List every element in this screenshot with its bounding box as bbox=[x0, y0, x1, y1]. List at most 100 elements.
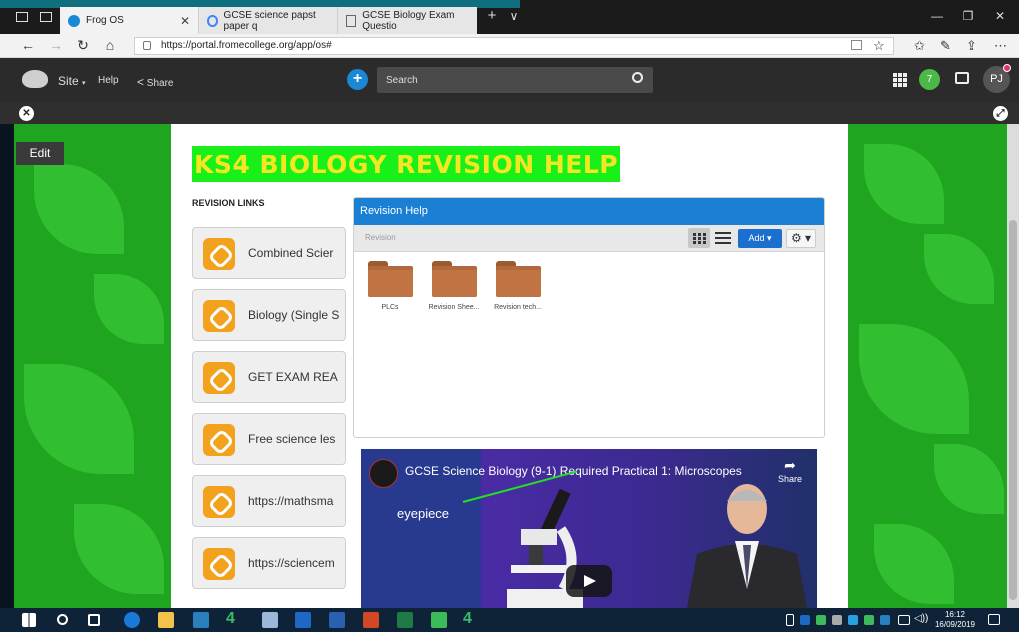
tray-app-icon[interactable] bbox=[848, 615, 858, 625]
list-view-icon[interactable] bbox=[715, 230, 731, 245]
screen-icon[interactable] bbox=[955, 72, 969, 84]
restore-button[interactable]: ❐ bbox=[953, 9, 983, 23]
task-view-icon[interactable] bbox=[88, 614, 100, 626]
link-label: Biology (Single S bbox=[248, 308, 340, 322]
folder-item[interactable]: PLCs bbox=[360, 261, 420, 311]
close-tab-icon[interactable]: ✕ bbox=[180, 14, 190, 28]
site-label: Site bbox=[58, 74, 79, 88]
leaf-decoration bbox=[74, 504, 164, 594]
volume-icon[interactable]: ◁)) bbox=[914, 613, 930, 629]
taskbar-clock[interactable]: 16:12 16/09/2019 bbox=[930, 610, 980, 630]
share-link[interactable]: < Share bbox=[137, 75, 173, 89]
start-windows-icon[interactable] bbox=[22, 613, 36, 627]
close-app-button[interactable]: ✕ bbox=[19, 106, 34, 121]
search-icon[interactable] bbox=[632, 72, 643, 83]
clock-time: 16:12 bbox=[944, 610, 966, 619]
reading-view-icon[interactable] bbox=[851, 40, 862, 50]
taskbar-search-icon[interactable] bbox=[57, 614, 68, 625]
edit-button[interactable]: Edit bbox=[16, 142, 64, 165]
folder-label: Revision Shee... bbox=[428, 304, 480, 311]
leaf-decoration bbox=[24, 364, 134, 474]
clock-date: 16/09/2019 bbox=[934, 620, 976, 629]
tray-app-icon[interactable] bbox=[832, 615, 842, 625]
link-label: Combined Scier bbox=[248, 246, 334, 260]
favorite-star-icon[interactable]: ☆ bbox=[873, 38, 885, 54]
scrollbar-thumb[interactable] bbox=[1009, 220, 1017, 600]
notification-badge[interactable]: 7 bbox=[919, 69, 940, 90]
link-button[interactable]: https://mathsma bbox=[192, 475, 346, 527]
site-menu[interactable]: Site ▾ bbox=[58, 74, 86, 88]
settings-gear-button[interactable]: ⚙ ▾ bbox=[786, 229, 816, 248]
create-plus-button[interactable]: + bbox=[347, 69, 368, 90]
app-icon[interactable] bbox=[193, 612, 209, 628]
page-favicon-icon bbox=[346, 14, 357, 27]
forward-icon[interactable]: → bbox=[46, 37, 66, 53]
url-text: https://portal.fromecollege.org/app/os# bbox=[161, 40, 332, 51]
tabs-aside-icon[interactable] bbox=[40, 12, 52, 22]
expand-icon[interactable]: ⤢ bbox=[993, 106, 1008, 121]
help-link[interactable]: Help bbox=[98, 75, 119, 86]
breadcrumb[interactable]: Revision bbox=[365, 233, 396, 242]
tray-usb-icon[interactable] bbox=[786, 614, 794, 626]
tray-outlook-icon[interactable] bbox=[800, 615, 810, 625]
link-chain-icon bbox=[203, 548, 235, 580]
folder-icon bbox=[367, 261, 413, 297]
link-button[interactable]: Biology (Single S bbox=[192, 289, 346, 341]
tray-app-icon[interactable] bbox=[880, 615, 890, 625]
action-center-icon[interactable] bbox=[988, 614, 1000, 625]
folder-item[interactable]: Revision tech... bbox=[488, 261, 548, 311]
refresh-icon[interactable]: ↻ bbox=[73, 37, 93, 54]
back-icon[interactable]: ← bbox=[18, 37, 38, 53]
link-button[interactable]: Free science les bbox=[192, 413, 346, 465]
tab-frog-os[interactable]: Frog OS ✕ bbox=[60, 7, 198, 34]
notes-pen-icon[interactable]: ✎ bbox=[940, 38, 951, 54]
youtube-video-embed[interactable]: GCSE Science Biology (9-1) Required Prac… bbox=[361, 449, 817, 608]
tray-app-icon[interactable] bbox=[864, 615, 874, 625]
more-menu-icon[interactable]: ⋯ bbox=[994, 38, 1007, 54]
video-play-button[interactable] bbox=[566, 565, 612, 597]
tab-gcse-science[interactable]: GCSE science papst paper q bbox=[198, 7, 337, 34]
share-page-icon[interactable]: ⇪ bbox=[966, 38, 977, 54]
add-button[interactable]: Add ▾ bbox=[738, 229, 782, 248]
powerpoint-icon[interactable] bbox=[363, 612, 379, 628]
grid-view-icon[interactable] bbox=[688, 228, 710, 248]
excel-icon[interactable] bbox=[397, 612, 413, 628]
apps-grid-icon[interactable] bbox=[893, 73, 907, 87]
link-chain-icon bbox=[203, 238, 235, 270]
tab-actions-icon[interactable] bbox=[16, 12, 28, 22]
share-arrow-icon: ➦ bbox=[784, 457, 796, 473]
tab-label: Frog OS bbox=[86, 15, 124, 26]
search-input[interactable]: Search bbox=[377, 67, 653, 93]
link-chain-icon bbox=[203, 362, 235, 394]
app-4-icon[interactable]: 4 bbox=[463, 610, 479, 627]
document-icon[interactable] bbox=[262, 612, 278, 628]
close-window-button[interactable]: ✕ bbox=[985, 9, 1015, 23]
link-chain-icon bbox=[203, 300, 235, 332]
app-green-icon[interactable] bbox=[431, 612, 447, 628]
word-icon[interactable] bbox=[329, 612, 345, 628]
url-field[interactable]: https://portal.fromecollege.org/app/os# … bbox=[134, 37, 894, 55]
link-chain-icon bbox=[203, 424, 235, 456]
leaf-decoration bbox=[94, 274, 164, 344]
frog-logo-icon[interactable] bbox=[22, 70, 48, 88]
file-explorer-icon[interactable] bbox=[158, 612, 174, 628]
home-icon[interactable]: ⌂ bbox=[100, 37, 120, 53]
address-bar-row: ← → ↻ ⌂ https://portal.fromecollege.org/… bbox=[0, 34, 1019, 58]
link-button[interactable]: Combined Scier bbox=[192, 227, 346, 279]
eyepiece-annotation: eyepiece bbox=[397, 506, 450, 521]
minimize-button[interactable]: — bbox=[922, 9, 952, 23]
folder-item[interactable]: Revision Shee... bbox=[424, 261, 484, 311]
tab-list-button[interactable]: ∨ bbox=[499, 9, 529, 23]
tab-gcse-biology[interactable]: GCSE Biology Exam Questio bbox=[337, 7, 477, 34]
link-button[interactable]: GET EXAM REA bbox=[192, 351, 346, 403]
tray-app-icon[interactable] bbox=[816, 615, 826, 625]
channel-avatar[interactable] bbox=[369, 459, 398, 488]
favorites-icon[interactable]: ✩ bbox=[914, 38, 925, 54]
outlook-icon[interactable] bbox=[295, 612, 311, 628]
edge-browser-icon[interactable] bbox=[124, 612, 140, 628]
app-4-icon[interactable]: 4 bbox=[226, 610, 242, 627]
presenter-image bbox=[687, 484, 807, 608]
panel-toolbar: Revision Add ▾ ⚙ ▾ bbox=[354, 225, 824, 252]
link-button[interactable]: https://sciencem bbox=[192, 537, 346, 589]
network-icon[interactable] bbox=[898, 615, 910, 625]
